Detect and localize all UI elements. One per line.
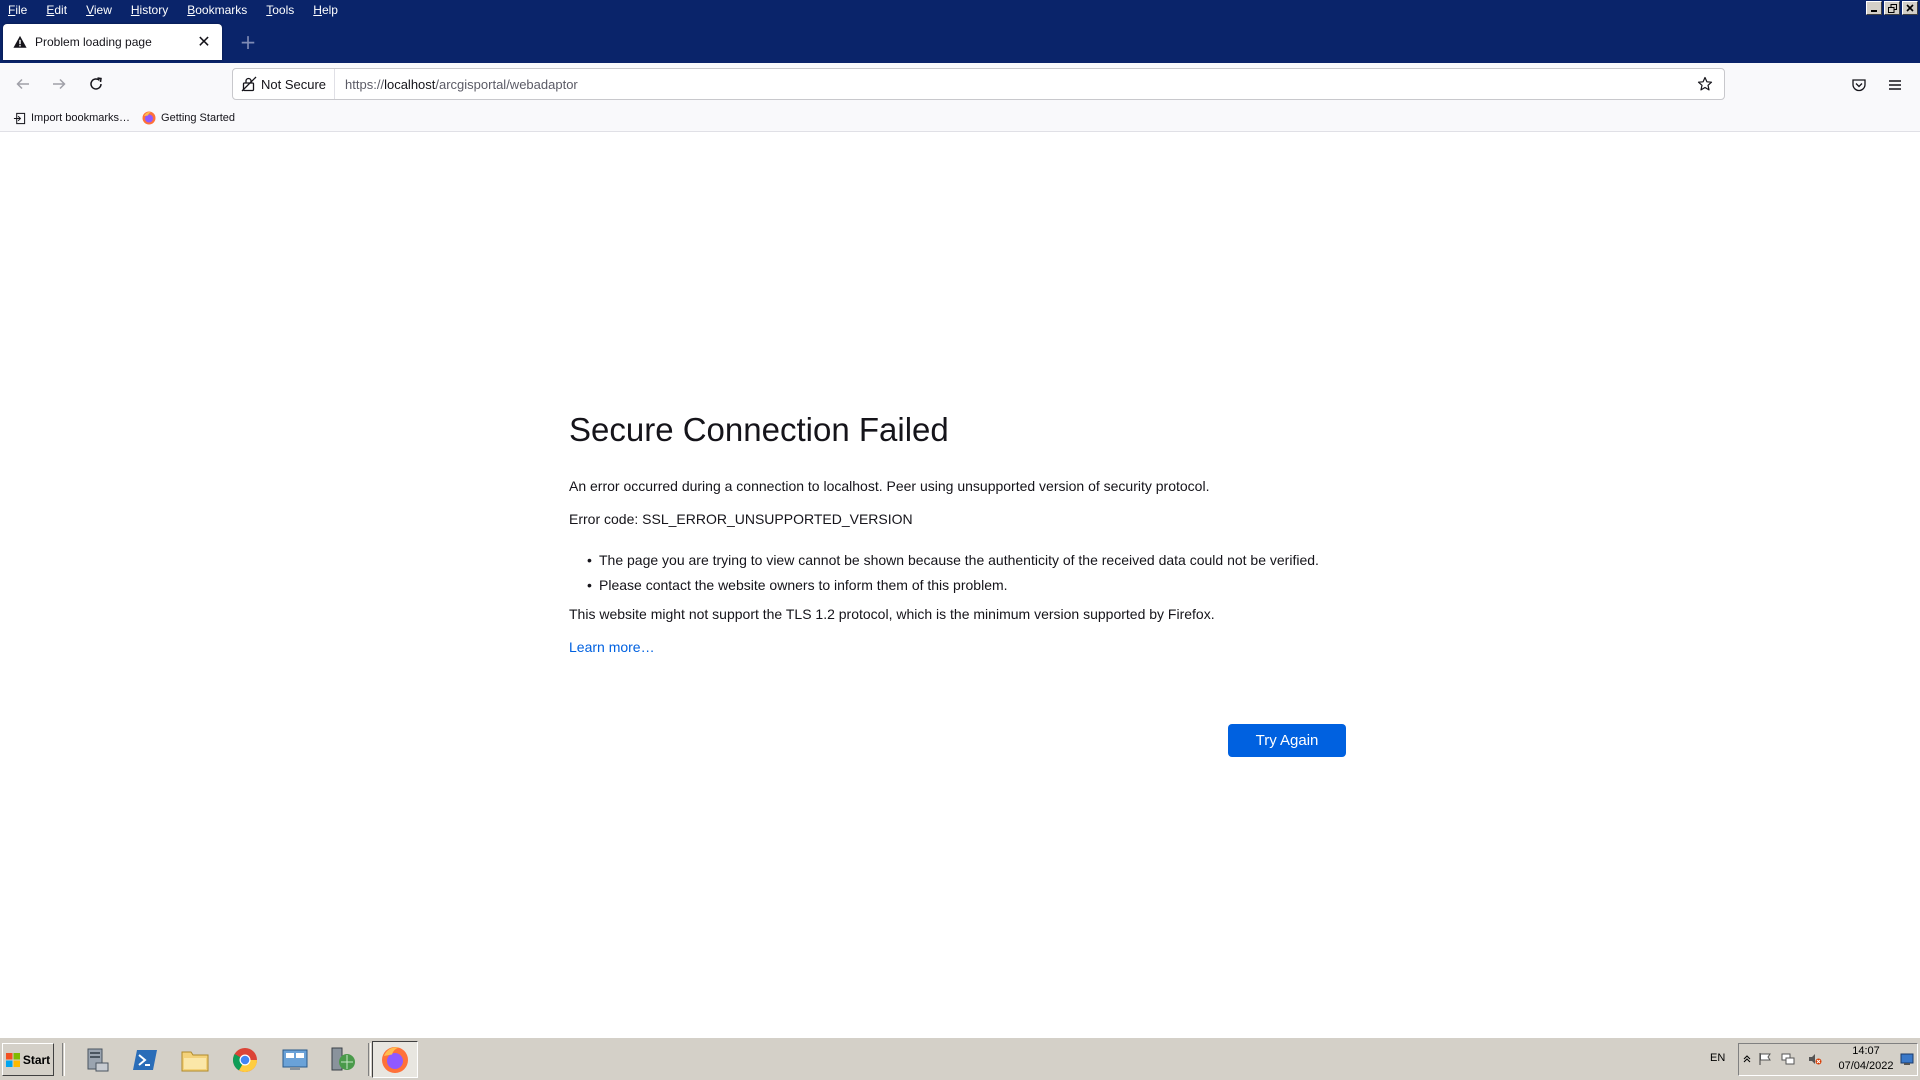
menu-help[interactable]: Help — [313, 0, 347, 20]
error-details-list: The page you are trying to view cannot b… — [587, 551, 1345, 595]
bookmarks-toolbar: Import bookmarks… Getting Started — [0, 105, 1920, 132]
control-panel-icon — [282, 1049, 308, 1070]
taskbar-powershell[interactable] — [122, 1041, 168, 1078]
menu-bar: File Edit View History Bookmarks Tools H… — [0, 0, 357, 20]
warning-icon — [13, 35, 27, 48]
error-description: An error occurred during a connection to… — [569, 478, 1210, 494]
tab-title: Problem loading page — [35, 35, 152, 49]
bookmark-star-button[interactable] — [1694, 73, 1716, 95]
window-controls — [1866, 1, 1918, 15]
network-tray-button[interactable] — [1781, 1052, 1795, 1066]
reload-icon — [90, 77, 102, 90]
menu-tools[interactable]: Tools — [266, 0, 303, 20]
window-title-bar: File Edit View History Bookmarks Tools H… — [0, 0, 1920, 63]
language-indicator[interactable]: EN — [1710, 1052, 1725, 1064]
back-button[interactable] — [10, 72, 36, 96]
tls-note: This website might not support the TLS 1… — [569, 606, 1215, 622]
url-text[interactable]: https://localhost/arcgisportal/webadapto… — [345, 77, 1694, 92]
not-secure-label: Not Secure — [261, 76, 327, 92]
clock-date: 07/04/2022 — [1838, 1060, 1894, 1072]
menu-bookmarks[interactable]: Bookmarks — [187, 0, 256, 20]
firefox-icon — [142, 111, 156, 125]
network-icon — [1781, 1053, 1795, 1065]
bookmark-import[interactable]: Import bookmarks… — [12, 111, 130, 125]
close-window-button[interactable] — [1902, 1, 1918, 15]
taskbar-control-panel[interactable] — [272, 1041, 318, 1078]
taskbar-file-explorer[interactable] — [172, 1041, 218, 1078]
bookmark-getting-started[interactable]: Getting Started — [142, 111, 235, 125]
hamburger-menu-icon — [1889, 80, 1901, 90]
learn-more-link[interactable]: Learn more… — [569, 639, 655, 655]
show-desktop-button[interactable] — [1900, 1052, 1914, 1066]
error-code: Error code: SSL_ERROR_UNSUPPORTED_VERSIO… — [569, 511, 913, 527]
error-title: Secure Connection Failed — [569, 411, 949, 448]
reload-button[interactable] — [83, 72, 109, 96]
pocket-icon — [1852, 79, 1866, 92]
start-button[interactable]: Start — [2, 1043, 54, 1076]
minimize-button[interactable] — [1866, 1, 1882, 15]
speaker-muted-icon — [1809, 1054, 1822, 1065]
clock-time: 14:07 — [1852, 1045, 1880, 1057]
windows-logo-icon — [5, 1052, 20, 1067]
minimize-icon — [1871, 10, 1877, 12]
pocket-button[interactable] — [1848, 74, 1870, 96]
restore-icon — [1887, 3, 1897, 13]
import-icon — [12, 111, 26, 125]
list-item: The page you are trying to view cannot b… — [587, 551, 1345, 570]
lock-insecure-icon — [241, 76, 257, 92]
forward-button[interactable] — [46, 72, 72, 96]
restore-button[interactable] — [1884, 1, 1900, 15]
flag-icon — [1759, 1053, 1771, 1065]
tab-problem-loading[interactable]: Problem loading page ✕ — [3, 24, 222, 60]
arrow-left-icon — [16, 78, 29, 90]
site-security-indicator[interactable]: Not Secure — [233, 69, 336, 99]
menu-file[interactable]: File — [8, 0, 36, 20]
taskbar-firefox[interactable] — [372, 1041, 418, 1078]
taskbar-separator — [368, 1043, 371, 1076]
menu-edit[interactable]: Edit — [46, 0, 76, 20]
taskbar-network-admin[interactable] — [320, 1041, 366, 1078]
menu-history[interactable]: History — [131, 0, 177, 20]
taskbar-chrome[interactable] — [222, 1041, 268, 1078]
tab-close-button[interactable]: ✕ — [196, 34, 212, 50]
app-menu-button[interactable] — [1884, 74, 1906, 96]
arrow-right-icon — [53, 78, 66, 90]
taskbar-separator — [62, 1043, 65, 1076]
url-bar[interactable]: Not Secure https://localhost/arcgisporta… — [232, 68, 1725, 100]
chrome-icon — [232, 1047, 257, 1072]
taskbar: Start EN 14:07 07/04/2022 — [0, 1037, 1920, 1080]
list-item: Please contact the website owners to inf… — [587, 576, 1345, 595]
chevron-up-icon — [1743, 1055, 1751, 1063]
action-center-button[interactable] — [1758, 1052, 1772, 1066]
new-tab-button[interactable]: + — [236, 30, 260, 54]
close-icon — [1906, 4, 1914, 12]
error-page: Secure Connection Failed An error occurr… — [569, 404, 1345, 657]
firefox-icon — [382, 1046, 408, 1073]
star-icon — [1697, 76, 1713, 91]
folder-icon — [181, 1051, 209, 1071]
powershell-icon — [133, 1049, 157, 1070]
show-hidden-icons-button[interactable] — [1740, 1052, 1754, 1066]
try-again-button[interactable]: Try Again — [1228, 724, 1346, 757]
desktop-icon — [1900, 1053, 1914, 1065]
menu-view[interactable]: View — [86, 0, 121, 20]
server-manager-icon — [87, 1048, 109, 1071]
network-admin-icon — [331, 1047, 355, 1070]
taskbar-server-manager[interactable] — [74, 1041, 120, 1078]
volume-tray-button[interactable] — [1808, 1052, 1822, 1066]
taskbar-clock[interactable]: 14:07 07/04/2022 — [1826, 1044, 1906, 1074]
